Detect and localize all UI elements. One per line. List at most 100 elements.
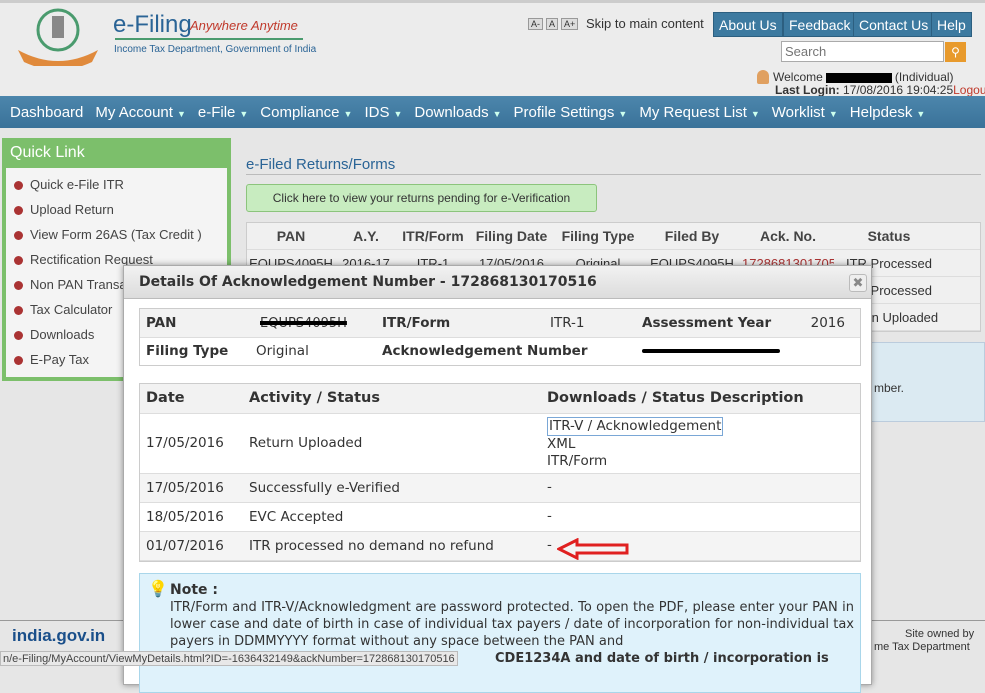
section-title: e-Filed Returns/Forms [246,156,396,173]
emblem-logo [12,6,104,70]
nav-label: My Account [95,103,173,121]
nav-label: My Request List [639,103,747,121]
filing-type-label: Filing Type [146,343,229,360]
column-header: Status [867,228,911,244]
quick-link-item[interactable]: Upload Return [6,197,227,222]
column-header: Downloads / Status Description [547,390,804,407]
nav-ids[interactable]: IDS ▼ [364,104,402,121]
column-header: Ack. No. [759,228,816,244]
download-link[interactable]: ITR/Form [547,453,854,470]
dept-name: me Tax Department [874,641,970,653]
status-bar-url: n/e-Filing/MyAccount/ViewMyDetails.html?… [0,651,458,666]
nav-my-account[interactable]: My Account ▼ [95,104,185,121]
ack-redacted: 172868130170516 [642,349,780,354]
divider [246,174,981,175]
quick-link-item[interactable]: Quick e-File ITR [6,172,227,197]
activity: EVC Accepted [249,508,344,525]
divider [115,38,303,40]
help-button[interactable]: Help [931,12,972,37]
column-header: Date [146,390,185,407]
quick-link-label: Non PAN Transa [30,277,127,292]
download-link[interactable]: ITR-V / Acknowledgement [547,416,724,436]
table-row: 17/05/2016 Return Uploaded ITR-V / Acknowl… [140,413,860,473]
info-text: mber. [874,381,905,395]
bullet-icon [14,231,23,241]
nav-label: Helpdesk [849,103,913,121]
bullet-icon [14,331,23,341]
quick-link-title: Quick Link [6,138,227,168]
download-link[interactable]: XML [547,436,854,453]
column-header: ITR/Form [402,228,464,244]
chevron-down-icon: ▼ [828,108,838,119]
nav-compliance[interactable]: Compliance ▼ [260,104,352,121]
bullet-icon [14,281,23,291]
last-login-label: Last Login: [775,83,840,97]
arrow-icon [557,538,629,560]
contact-us-button[interactable]: Contact Us [853,12,935,37]
subtitle: Income Tax Department, Government of Ind… [114,44,317,55]
logout-link[interactable]: Logout [953,83,985,97]
nav-worklist[interactable]: Worklist ▼ [772,104,838,121]
nav-helpdesk[interactable]: Helpdesk ▼ [850,104,925,121]
pan-value: EQUPS4095H [250,309,376,337]
chevron-down-icon: ▼ [393,108,403,119]
nav-label: Worklist [771,103,825,121]
skip-link[interactable]: Skip to main content [586,16,704,31]
ay-value: 2016 [810,314,845,331]
table-row: 18/05/2016 EVC Accepted - [140,502,860,531]
bullet-icon [14,206,23,216]
nav-profile-settings[interactable]: Profile Settings ▼ [514,104,628,121]
nav-label: e-File [197,103,236,121]
status-description: - [547,508,552,524]
site-owned: Site owned by [905,628,975,640]
bullet-icon [14,306,23,316]
nav-label: IDS [364,103,390,121]
font-normal-button[interactable]: A [546,18,559,30]
summary-table: PAN EQUPS4095H ITR/Form ITR-1 Assessment… [139,308,861,366]
nav-my-request-list[interactable]: My Request List ▼ [639,104,759,121]
quick-link-label: Downloads [30,327,95,342]
nav-e-file[interactable]: e-File ▼ [198,104,248,121]
table-row: 17/05/2016 Successfully e-Verified - [140,473,860,502]
main-nav: Dashboard My Account ▼ e-File ▼ Compliance ▼ ID… [0,96,985,128]
india-gov-logo[interactable]: india.gov.in [12,626,105,646]
quick-link-label: View Form 26AS (Tax Credit ) [30,227,202,242]
pending-everification-button[interactable]: Click here to view your returns pending … [246,184,597,212]
ack-details-modal: Details Of Acknowledgement Number - 1728… [123,265,872,693]
column-header: Filing Date [475,228,548,244]
chevron-down-icon: ▼ [239,108,249,119]
nav-label: Profile Settings [513,103,615,121]
header: e-Filing Anywhere Anytime Income Tax Dep… [0,0,985,97]
search-icon[interactable]: ⚲ [945,42,966,62]
bullet-icon [14,256,23,266]
activity: Successfully e-Verified [249,479,400,496]
table-header: PAN A.Y. ITR/Form Filing Date Filing Type Fil… [247,223,980,250]
about-us-button[interactable]: About Us [713,12,783,37]
search-input[interactable] [781,41,944,62]
user-name: PANKAJ SINGH [826,73,892,83]
status-description: - [547,479,552,495]
tagline: Anywhere Anytime [190,18,298,33]
quick-link-item[interactable]: View Form 26AS (Tax Credit ) [6,222,227,247]
nav-downloads[interactable]: Downloads ▼ [414,104,501,121]
nav-label: Dashboard [10,103,84,121]
logo-text: e-Filing [113,11,192,38]
quick-link-label: E-Pay Tax [30,352,90,367]
pan-redacted: EQUPS4095H [260,315,347,331]
activity-table: Date Activity / Status Downloads / Status … [139,383,861,562]
font-decrease-button[interactable]: A- [528,18,543,30]
font-increase-button[interactable]: A+ [561,18,579,30]
bullet-icon [14,181,23,191]
nav-dashboard[interactable]: Dashboard [10,104,83,121]
quick-link-label: Upload Return [30,202,114,217]
note-example: CDE1234A and date of birth / incorporati… [495,651,829,666]
chevron-down-icon: ▼ [176,108,186,119]
column-header: Filing Type [561,228,635,244]
bullet-icon [14,356,23,366]
date: 17/05/2016 [146,479,224,496]
note-box: 💡 Note : ITR/Form and ITR-V/Acknowledgme… [139,573,861,693]
feedback-button[interactable]: Feedback [783,12,857,37]
last-login-time: 17/08/2016 19:04:25 [843,83,954,97]
user-icon [757,70,769,84]
close-icon[interactable]: ✖ [849,274,867,292]
